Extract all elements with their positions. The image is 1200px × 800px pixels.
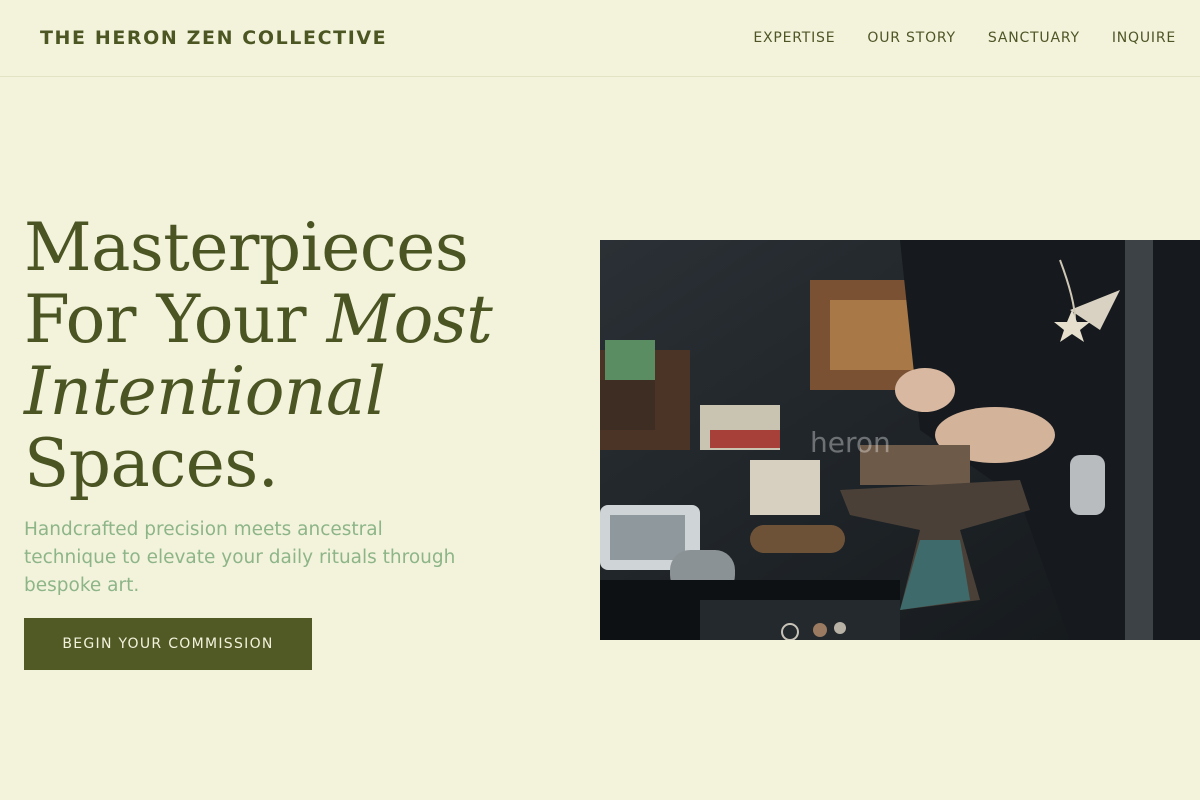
site-header: THE HERON ZEN COLLECTIVE EXPERTISE OUR S… — [0, 0, 1200, 77]
hero-title-intentional: Intentional — [24, 353, 386, 430]
nav-link-inquire[interactable]: INQUIRE — [1112, 30, 1176, 46]
nav-link-sanctuary[interactable]: SANCTUARY — [988, 30, 1080, 46]
jeweler-workbench-image — [600, 240, 1200, 640]
nav-link-our-story[interactable]: OUR STORY — [867, 30, 956, 46]
photo-watermark: heron — [810, 426, 891, 459]
begin-commission-button[interactable]: BEGIN YOUR COMMISSION — [24, 618, 312, 670]
main-nav: EXPERTISE OUR STORY SANCTUARY INQUIRE — [753, 30, 1176, 46]
hero-title-line1: Masterpieces — [24, 209, 469, 286]
hero-title-line2: For Your — [24, 281, 327, 358]
hero-text: Masterpieces For Your Most Intentional S… — [24, 212, 544, 600]
hero-title-most: Most — [326, 281, 493, 358]
nav-link-expertise[interactable]: EXPERTISE — [753, 30, 835, 46]
hero-title: Masterpieces For Your Most Intentional S… — [24, 212, 544, 500]
hero-photo: heron — [600, 240, 1200, 640]
hero-title-line4: Spaces. — [24, 425, 279, 502]
hero-subtitle: Handcrafted precision meets ancestral te… — [24, 519, 456, 596]
brand-logo[interactable]: THE HERON ZEN COLLECTIVE — [40, 27, 387, 49]
